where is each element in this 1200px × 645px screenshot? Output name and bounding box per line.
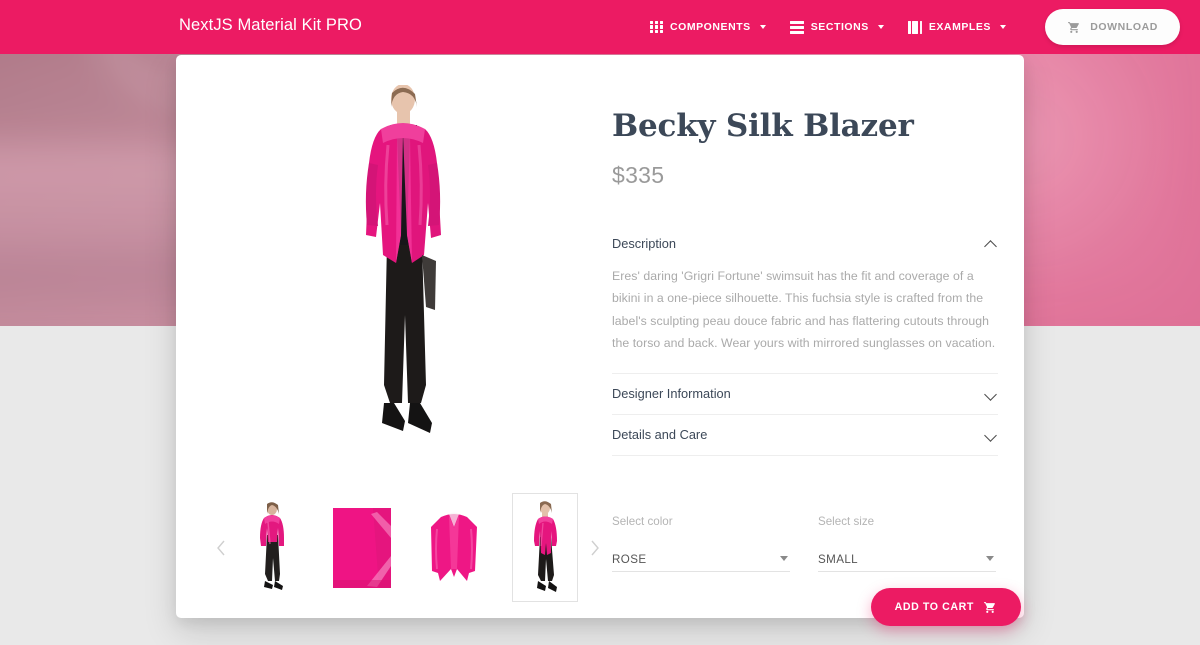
color-field: Select color ROSE <box>612 515 790 572</box>
shopping-cart-icon <box>984 601 995 613</box>
download-button[interactable]: DOWNLOAD <box>1045 9 1180 45</box>
accordion-header-details-and-care[interactable]: Details and Care <box>612 415 998 455</box>
add-to-cart-label: ADD TO CART <box>894 601 974 613</box>
thumbnail-1[interactable] <box>238 493 304 602</box>
accordion-header-designer-information[interactable]: Designer Information <box>612 374 998 414</box>
chevron-down-icon <box>877 25 884 29</box>
product-options: Select color ROSE Select size SMALL ADD … <box>612 515 1024 626</box>
apps-grid-icon <box>649 20 663 34</box>
product-price: $335 <box>612 162 665 189</box>
accordion-body-description: Eres' daring 'Grigri Fortune' swimsuit h… <box>612 269 996 351</box>
art-track-icon <box>907 20 922 34</box>
nav-item-examples-label: EXAMPLES <box>928 21 991 33</box>
size-select-value: SMALL <box>818 552 859 566</box>
chevron-right-icon <box>591 540 599 555</box>
thumbnail-4[interactable] <box>511 493 578 602</box>
chevron-up-icon <box>985 237 998 250</box>
thumbnail-image-back-view <box>260 501 284 590</box>
chevron-left-icon <box>217 540 225 555</box>
brand-title[interactable]: NextJS Material Kit PRO <box>179 16 362 35</box>
nav-item-examples[interactable]: EXAMPLES <box>907 20 1006 34</box>
product-gallery <box>200 75 608 602</box>
nav-item-components-label: COMPONENTS <box>669 21 751 33</box>
chevron-down-icon <box>985 428 998 441</box>
product-title: Becky Silk Blazer <box>612 108 914 144</box>
chevron-down-icon <box>986 556 994 561</box>
thumbnail-image-fabric-swatch <box>333 507 392 588</box>
top-navbar: NextJS Material Kit PRO COMPONENTS SECTI… <box>0 0 1200 54</box>
thumbnail-image-front-view <box>533 500 557 592</box>
chevron-down-icon <box>985 387 998 400</box>
chevron-down-icon <box>759 25 766 29</box>
chevron-down-icon <box>1000 25 1006 29</box>
accordion-item-details-and-care: Details and Care <box>612 415 998 456</box>
accordion-title-designer-information: Designer Information <box>612 386 731 402</box>
size-field: Select size SMALL <box>818 515 996 572</box>
accordion-item-description: Description Eres' daring 'Grigri Fortune… <box>612 223 998 374</box>
thumbnail-carousel <box>208 485 608 610</box>
accordion-header-description[interactable]: Description <box>612 223 998 263</box>
nav-item-components[interactable]: COMPONENTS <box>649 20 766 34</box>
navbar-menu: COMPONENTS SECTIONS EXAMPLES <box>649 0 1006 54</box>
size-label: Select size <box>818 515 875 528</box>
model-illustration <box>365 85 441 433</box>
thumbnail-3[interactable] <box>420 493 487 602</box>
thumbnail-list <box>234 493 582 602</box>
thumbnail-2[interactable] <box>329 493 396 602</box>
color-select-value: ROSE <box>612 552 647 566</box>
shopping-cart-icon <box>1068 21 1080 33</box>
carousel-prev-button[interactable] <box>208 485 234 610</box>
accordion-title-details-and-care: Details and Care <box>612 427 708 443</box>
product-page: NextJS Material Kit PRO COMPONENTS SECTI… <box>0 0 1200 645</box>
chevron-down-icon <box>780 556 788 561</box>
nav-item-sections-label: SECTIONS <box>810 21 869 33</box>
color-label: Select color <box>612 515 673 528</box>
product-card: Becky Silk Blazer $335 Description Eres'… <box>176 55 1024 626</box>
color-select[interactable]: ROSE <box>612 547 790 572</box>
accordion-item-designer-information: Designer Information <box>612 374 998 415</box>
nav-item-sections[interactable]: SECTIONS <box>789 20 884 34</box>
size-select[interactable]: SMALL <box>818 547 996 572</box>
add-to-cart-button[interactable]: ADD TO CART <box>870 588 1021 626</box>
main-product-image[interactable] <box>200 75 608 475</box>
product-details: Becky Silk Blazer $335 Description Eres'… <box>612 55 1024 456</box>
accordion-title-description: Description <box>612 235 677 251</box>
product-accordion: Description Eres' daring 'Grigri Fortune… <box>612 223 998 456</box>
download-button-label: DOWNLOAD <box>1090 21 1158 33</box>
view-stream-icon <box>789 20 804 34</box>
carousel-next-button[interactable] <box>582 485 608 610</box>
thumbnail-image-blazer-flat <box>430 512 477 581</box>
